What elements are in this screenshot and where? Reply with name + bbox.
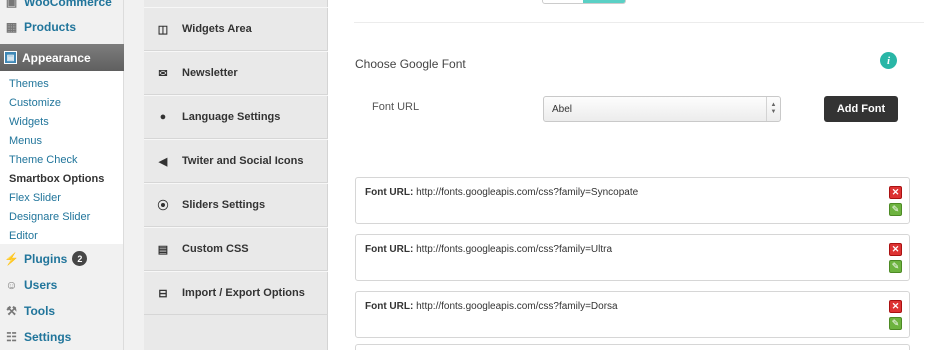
font-entry-text: Font URL: http://fonts.googleapis.com/cs… [365, 244, 612, 255]
nav-newsletter[interactable]: ✉ Newsletter [144, 51, 328, 95]
menu-label: WooCommerce [24, 0, 112, 9]
font-entry-text: Font URL: http://fonts.googleapis.com/cs… [365, 187, 638, 198]
options-content: Choose Google Font i Font URL Abel ▲ ▼ Ad… [328, 0, 950, 350]
submenu-smartbox-options[interactable]: Smartbox Options [0, 170, 123, 189]
play-circle-icon: ⦿ [157, 200, 169, 212]
font-entry: Font URL: http://fonts.googleapis.com/cs… [355, 234, 910, 281]
globe-icon: ● [159, 111, 167, 123]
font-url-key: Font URL: [365, 301, 414, 312]
edit-icon[interactable]: ✎ [889, 317, 902, 330]
nav-import-export[interactable]: ⊟ Import / Export Options [144, 271, 328, 315]
nav-widgets-area[interactable]: ◫ Widgets Area [144, 7, 328, 51]
appearance-icon: ▤ [4, 51, 17, 64]
menu-label: Settings [24, 329, 72, 344]
submenu-menus[interactable]: Menus [0, 132, 123, 151]
font-entry: Font URL: http://fonts.googleapis.com/cs… [355, 291, 910, 338]
font-url-key: Font URL: [365, 244, 414, 255]
submenu-designare-slider[interactable]: Designare Slider [0, 208, 123, 227]
file-icon: ▤ [157, 243, 169, 256]
nav-label: Language Settings [182, 111, 281, 123]
menu-label: Plugins [24, 251, 68, 266]
inbox-icon: ⊟ [158, 287, 168, 300]
delete-icon[interactable]: ✕ [889, 300, 902, 313]
nav-label: Import / Export Options [182, 287, 305, 299]
megaphone-icon: ◀ [158, 155, 168, 168]
submenu-customize[interactable]: Customize [0, 94, 123, 113]
nav-sliders-settings[interactable]: ⦿ Sliders Settings [144, 183, 328, 227]
font-url-label: Font URL [372, 101, 420, 113]
select-arrows-icon: ▲ ▼ [766, 97, 780, 121]
nav-label: Newsletter [182, 67, 238, 79]
nav-custom-css[interactable]: ▤ Custom CSS [144, 227, 328, 271]
menu-appearance[interactable]: ▤ Appearance [0, 44, 132, 71]
section-title: Choose Google Font [355, 57, 466, 71]
font-url-key: Font URL: [365, 187, 414, 198]
menu-label: Tools [24, 303, 56, 318]
edit-icon[interactable]: ✎ [889, 260, 902, 273]
font-entry-text: Font URL: http://fonts.googleapis.com/cs… [365, 301, 618, 312]
settings-icon: ☷ [6, 329, 17, 344]
plugins-update-badge: 2 [72, 251, 88, 266]
menu-label: Products [24, 19, 77, 34]
submenu-editor[interactable]: Editor [0, 227, 123, 246]
appearance-submenu: Themes Customize Widgets Menus Theme Che… [0, 71, 123, 244]
font-entry-partial [355, 344, 910, 350]
wrench-icon: ⚒ [6, 303, 17, 318]
menu-label: Users [24, 277, 58, 292]
divider [354, 22, 924, 23]
envelope-icon: ✉ [158, 67, 168, 80]
plug-icon: ⚡ [4, 251, 19, 266]
nav-label: Twiter and Social Icons [182, 155, 304, 167]
submenu-flex-slider[interactable]: Flex Slider [0, 189, 123, 208]
toggle-switch[interactable] [542, 0, 626, 4]
font-url-value: http://fonts.googleapis.com/css?family=D… [416, 301, 618, 312]
nav-label: Sliders Settings [182, 199, 266, 211]
submenu-theme-check[interactable]: Theme Check [0, 151, 123, 170]
options-nav: ◫ Widgets Area ✉ Newsletter ● Language S… [144, 0, 328, 350]
menu-products[interactable]: ▦ Products [0, 14, 124, 39]
nav-label: Widgets Area [182, 23, 252, 35]
selected-font: Abel [552, 103, 573, 115]
font-select[interactable]: Abel ▲ ▼ [543, 96, 781, 122]
info-icon[interactable]: i [880, 52, 897, 69]
nav-language-settings[interactable]: ● Language Settings [144, 95, 328, 139]
menu-settings[interactable]: ☷ Settings [0, 324, 124, 349]
toggle-on-state [583, 0, 625, 3]
nav-label: Custom CSS [182, 243, 249, 255]
font-entry: Font URL: http://fonts.googleapis.com/cs… [355, 177, 910, 224]
font-url-value: http://fonts.googleapis.com/css?family=S… [416, 187, 639, 198]
menu-label: Appearance [22, 50, 91, 65]
add-font-button[interactable]: Add Font [824, 96, 898, 122]
edit-icon[interactable]: ✎ [889, 203, 902, 216]
menu-woocommerce[interactable]: ▣ WooCommerce [0, 0, 124, 14]
woocommerce-icon: ▣ [5, 0, 18, 9]
admin-menu: ▣ WooCommerce ▦ Products ▤ Appearance Th… [0, 0, 132, 350]
menu-users[interactable]: ☺ Users [0, 272, 124, 297]
nav-social-icons[interactable]: ◀ Twiter and Social Icons [144, 139, 328, 183]
columns-icon: ◫ [157, 23, 169, 36]
content-gutter [124, 0, 144, 350]
users-icon: ☺ [5, 277, 18, 292]
menu-tools[interactable]: ⚒ Tools [0, 298, 124, 323]
box-icon: ▦ [5, 19, 18, 34]
submenu-themes[interactable]: Themes [0, 75, 123, 94]
font-url-value: http://fonts.googleapis.com/css?family=U… [416, 244, 613, 255]
menu-plugins[interactable]: ⚡ Plugins 2 [0, 246, 124, 271]
delete-icon[interactable]: ✕ [889, 243, 902, 256]
submenu-widgets[interactable]: Widgets [0, 113, 123, 132]
delete-icon[interactable]: ✕ [889, 186, 902, 199]
